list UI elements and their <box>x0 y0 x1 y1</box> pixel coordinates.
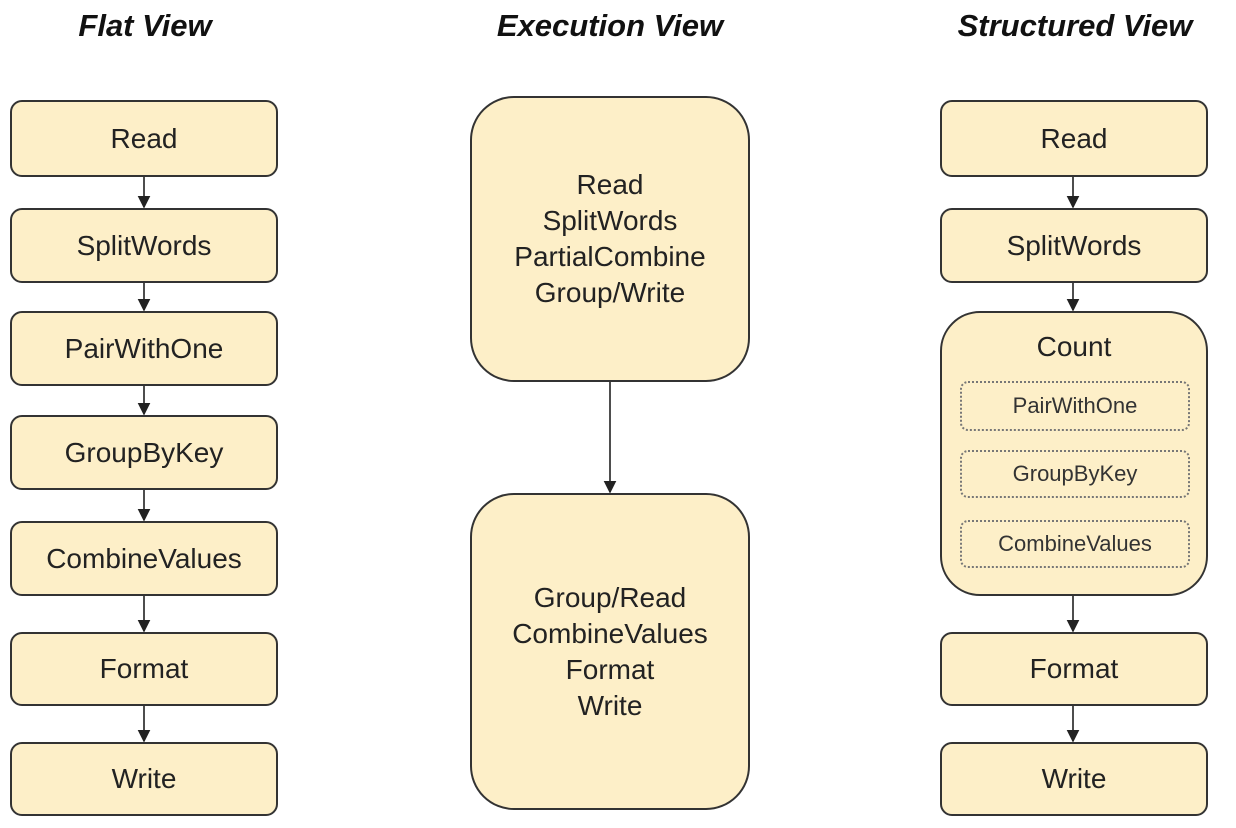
flat-node-combinevalues: CombineValues <box>10 521 278 596</box>
composite-label: Count <box>1036 331 1112 362</box>
execution-stage-2: Group/Read CombineValues Format Write <box>470 493 750 810</box>
structured-node-read: Read <box>940 100 1208 177</box>
composite-child-groupbykey: GroupByKey <box>960 450 1190 498</box>
flat-node-pairwithone: PairWithOne <box>10 311 278 386</box>
flat-node-splitwords: SplitWords <box>10 208 278 283</box>
flat-node-read: Read <box>10 100 278 177</box>
stage-1-step: Read <box>576 169 644 200</box>
stage-1-step: SplitWords <box>542 205 678 236</box>
flat-node-write: Write <box>10 742 278 816</box>
flat-node-groupbykey: GroupByKey <box>10 415 278 490</box>
stage-2-step: Write <box>577 689 643 721</box>
stage-2-step: Format <box>565 653 655 685</box>
execution-stage-1: Read SplitWords PartialCombine Group/Wri… <box>470 96 750 382</box>
structured-node-splitwords: SplitWords <box>940 208 1208 283</box>
stage-1-step: PartialCombine <box>514 241 706 272</box>
composite-child-combinevalues: CombineValues <box>960 520 1190 568</box>
stage-2-step: CombineValues <box>512 617 708 649</box>
stage-1-step: Group/Write <box>534 277 686 308</box>
composite-child-pairwithone: PairWithOne <box>960 381 1190 431</box>
structured-node-write: Write <box>940 742 1208 816</box>
stage-2-step: Group/Read <box>533 581 687 613</box>
structured-node-format: Format <box>940 632 1208 706</box>
flat-node-format: Format <box>10 632 278 706</box>
